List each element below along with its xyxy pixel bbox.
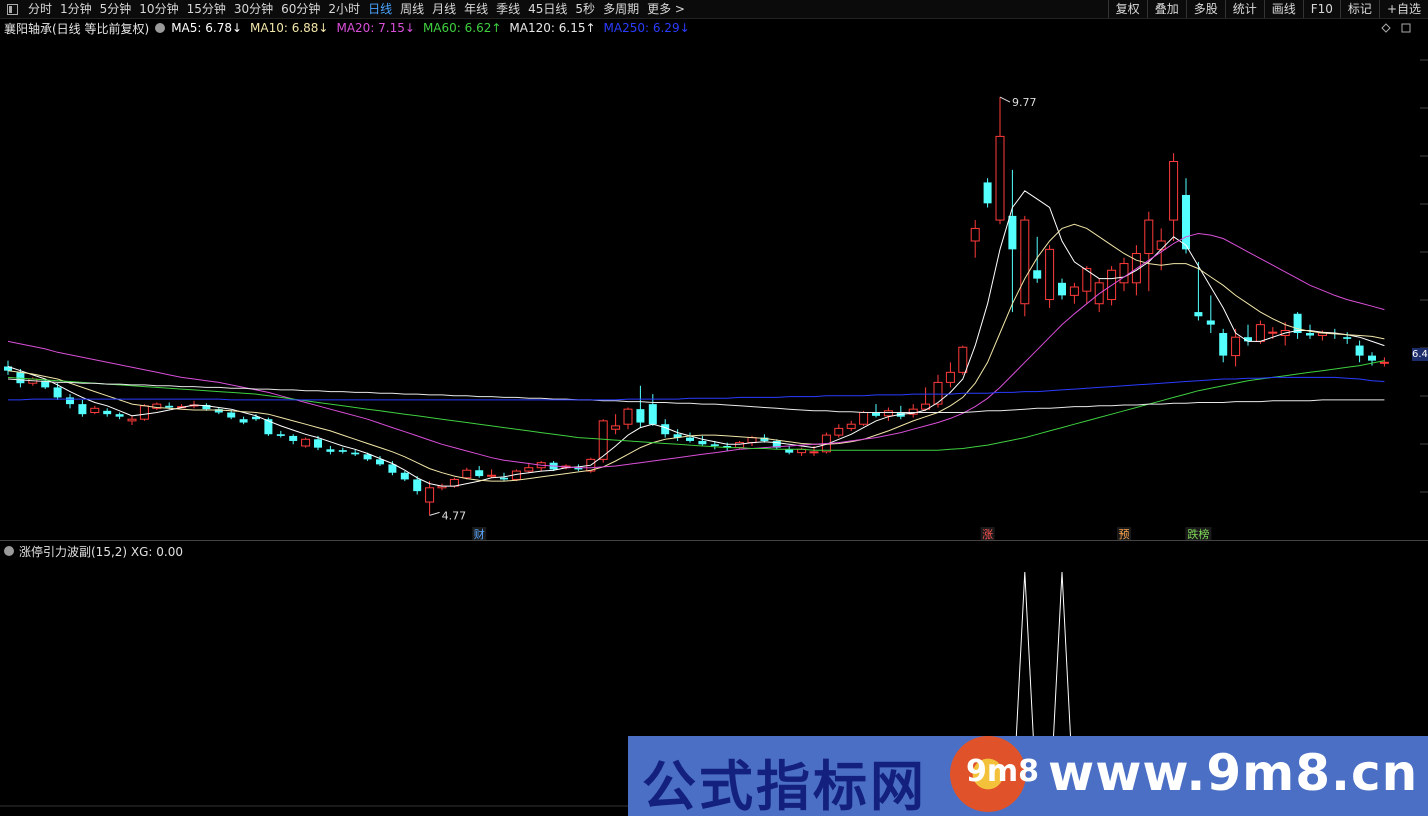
ma-line-ma10	[7, 223, 1385, 482]
candle-body	[400, 472, 409, 480]
candle-body	[623, 408, 633, 425]
candle-body	[351, 452, 360, 455]
candle-body	[1045, 248, 1055, 301]
candle-body	[1033, 270, 1042, 279]
candle-body	[945, 371, 955, 383]
candle-body	[388, 464, 397, 473]
candle-body	[1194, 312, 1203, 317]
candle-body	[747, 437, 757, 444]
ma-line-ma60	[7, 360, 1385, 451]
ma-line-ma5	[7, 190, 1385, 487]
candle-body	[90, 407, 100, 414]
candle-body	[1020, 219, 1030, 305]
candle-body	[1008, 215, 1017, 250]
candle-body	[66, 397, 74, 405]
low-pointer	[429, 511, 440, 516]
candle-body	[1231, 336, 1241, 357]
candle-body	[872, 412, 880, 416]
candle-body	[165, 405, 174, 408]
candle-body	[227, 412, 236, 418]
candle-body	[735, 442, 745, 449]
window-icon	[1401, 23, 1411, 33]
candle-body	[326, 449, 335, 452]
candle-body	[1069, 286, 1079, 296]
candle-body	[611, 425, 621, 430]
candle-body	[239, 419, 248, 423]
candle-body	[500, 477, 508, 480]
candle-body	[425, 487, 435, 503]
dropdown-icon[interactable]	[4, 546, 14, 556]
candle-body	[289, 435, 298, 441]
candle-body	[710, 444, 719, 446]
high-label: 9.77	[1012, 96, 1037, 109]
candle-body	[1355, 345, 1364, 356]
candle-body	[1255, 324, 1265, 342]
candle-body	[1219, 333, 1228, 356]
candle-body	[846, 423, 856, 429]
candle-body	[127, 418, 137, 422]
candle-body	[487, 474, 497, 477]
candle-body	[475, 470, 484, 477]
last-price-tag: 6.4	[1412, 348, 1428, 361]
candle-body	[1144, 219, 1154, 255]
candle-body	[883, 410, 893, 417]
candle-body	[636, 409, 645, 423]
diamond-icon	[1381, 23, 1391, 33]
candle-body	[301, 438, 311, 447]
watermark-text: 公式指标网	[642, 755, 927, 816]
indicator-title: 涨停引力波副(15,2) XG: 0.00	[19, 544, 183, 559]
candle-body	[970, 227, 980, 242]
candle-body	[53, 387, 62, 398]
indicator-legend: 涨停引力波副(15,2) XG: 0.00	[4, 543, 183, 559]
candle-body	[1368, 355, 1376, 361]
candle-body	[1182, 194, 1190, 250]
candle-body	[1268, 331, 1278, 334]
candle-body	[648, 404, 657, 425]
candle-body	[78, 404, 87, 415]
candle-body	[264, 419, 273, 435]
candle-body	[834, 427, 844, 436]
candle-body	[115, 414, 124, 417]
high-pointer	[999, 96, 1011, 103]
candle-body	[1343, 337, 1352, 339]
candle-body	[462, 469, 472, 479]
candle-body	[524, 467, 534, 472]
candle-body	[1156, 240, 1166, 250]
candle-body	[1379, 361, 1389, 364]
candle-body	[933, 381, 943, 405]
candle-body	[1058, 282, 1066, 296]
pane-divider[interactable]	[0, 540, 1428, 541]
candle-body	[103, 410, 112, 415]
candle-body	[983, 182, 992, 204]
candle-body	[995, 135, 1005, 221]
event-marker: 跌榜	[1187, 527, 1209, 541]
event-marker: 财	[474, 527, 485, 541]
candle-body	[1206, 320, 1215, 325]
candle-body	[785, 449, 794, 453]
candle-body	[314, 439, 322, 448]
candle-body	[413, 479, 422, 492]
candle-body	[1169, 161, 1179, 221]
watermark-logo-text: 9m8	[966, 754, 1040, 789]
candle-body	[276, 434, 285, 436]
candle-body	[698, 440, 707, 445]
low-label: 4.77	[442, 509, 467, 522]
candle-body	[958, 346, 968, 373]
price-chart[interactable]: 9.774.77财涨预跌榜	[0, 0, 1428, 816]
candle-body	[1306, 333, 1314, 336]
candle-body	[338, 450, 347, 452]
watermark-url: www.9m8.cn	[1048, 744, 1419, 802]
ma-line-ma20	[7, 232, 1385, 469]
candle-body	[139, 405, 149, 420]
candle-body	[809, 451, 819, 454]
candle-body	[686, 437, 694, 441]
watermark-banner: 公式指标网 9m8 www.9m8.cn	[628, 736, 1428, 816]
candle-body	[1119, 263, 1129, 284]
candle-body	[859, 412, 869, 425]
